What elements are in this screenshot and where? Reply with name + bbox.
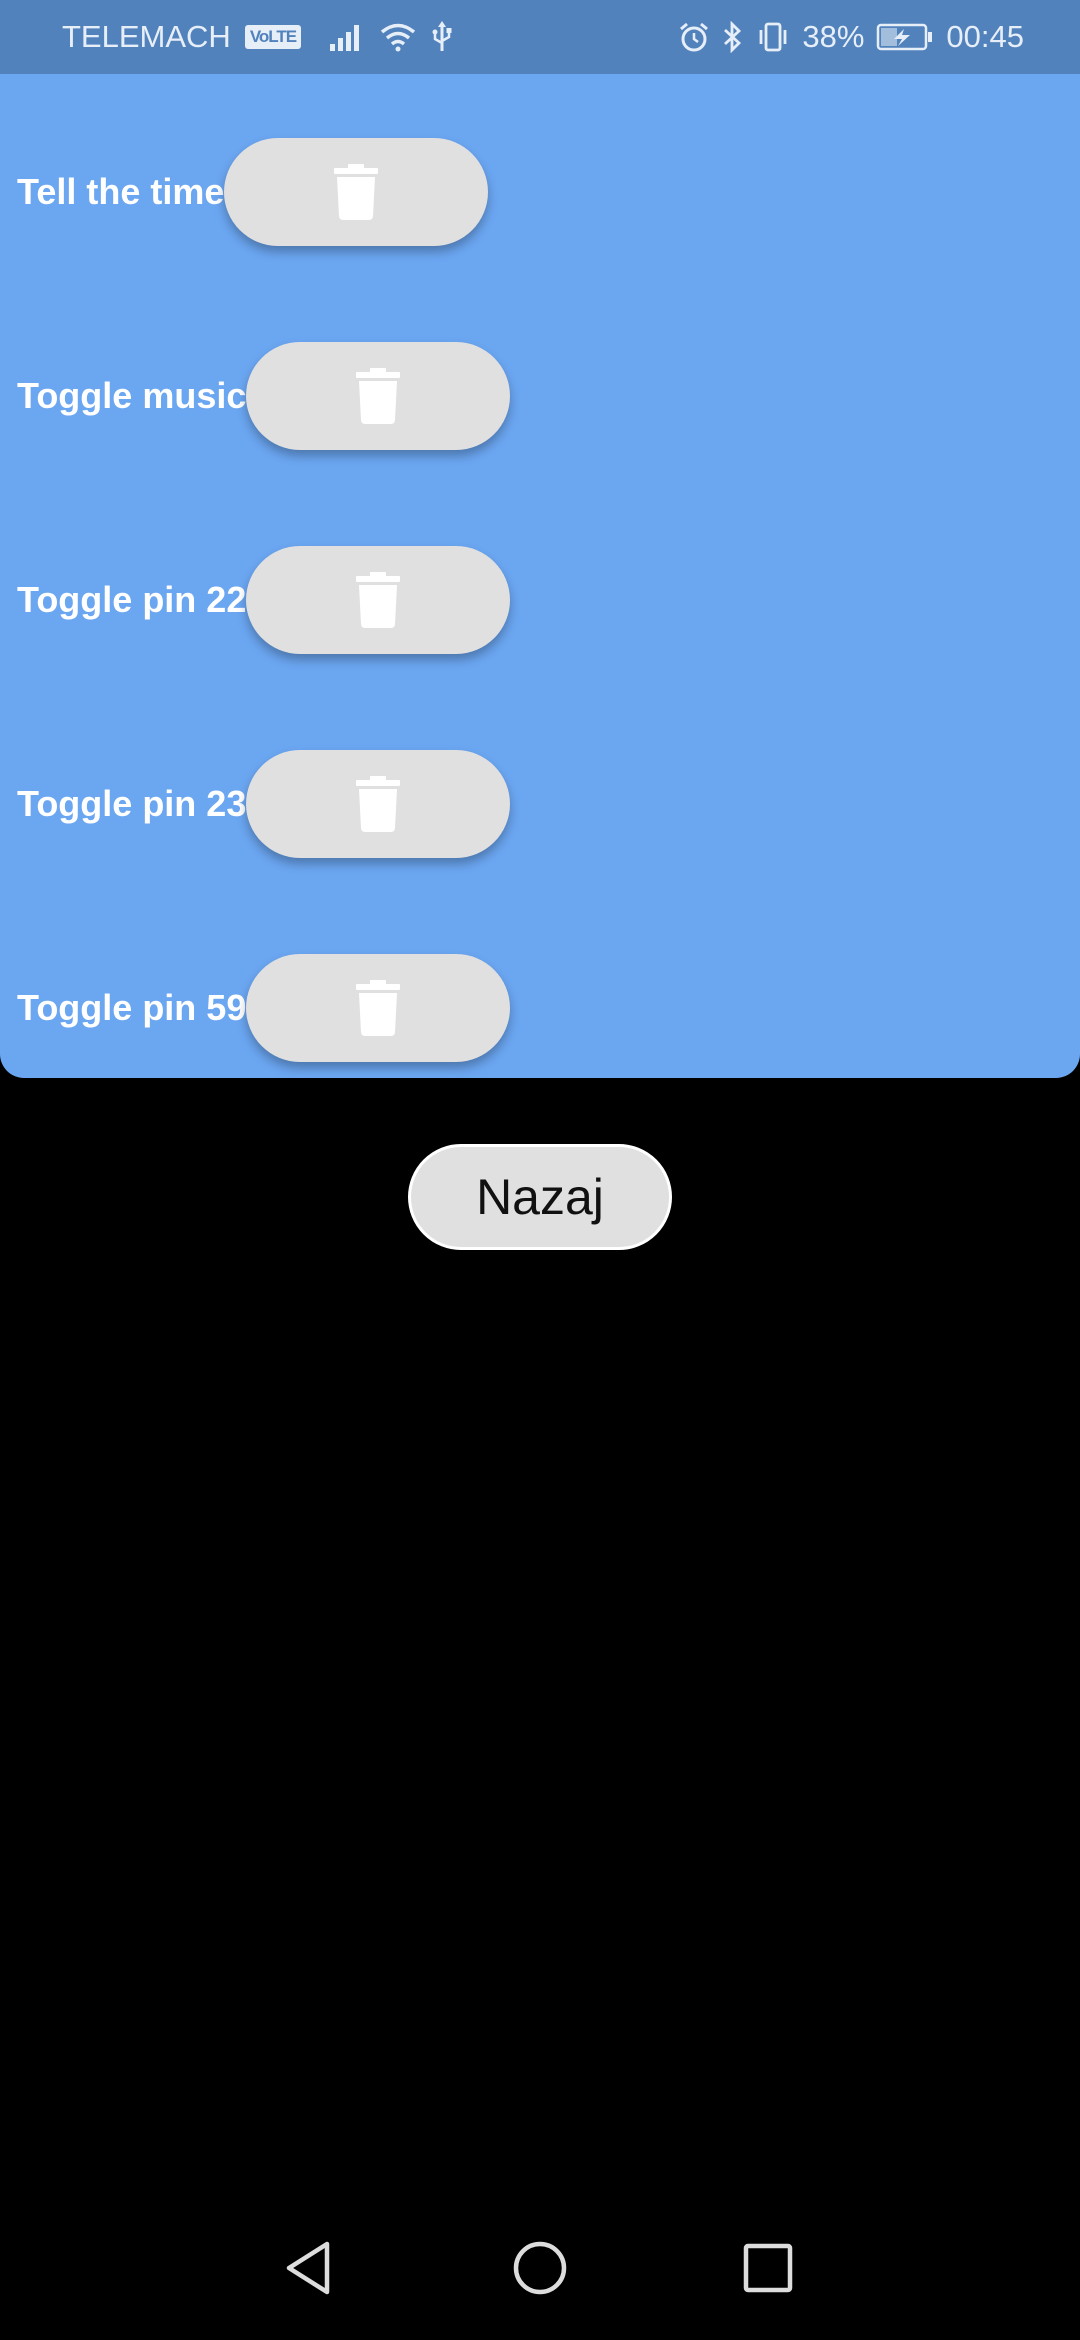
screen: TELEMACH VoLTE 38% 00:45 Tell the time T… xyxy=(0,0,1080,2340)
command-label: Tell the time xyxy=(17,171,225,212)
back-button[interactable]: Nazaj xyxy=(408,1144,672,1250)
trash-icon xyxy=(356,572,401,628)
trash-icon xyxy=(356,776,401,832)
trash-icon xyxy=(356,368,401,424)
signal-icon xyxy=(329,22,365,52)
list-item: Toggle pin 23 xyxy=(17,750,511,858)
navigation-bar xyxy=(0,2200,1080,2340)
delete-button[interactable] xyxy=(246,954,511,1062)
recents-square-icon xyxy=(743,2243,793,2298)
command-label: Toggle pin 23 xyxy=(17,783,247,824)
carrier-name: TELEMACH xyxy=(62,19,231,54)
nav-back-button[interactable] xyxy=(260,2222,356,2318)
nav-home-button[interactable] xyxy=(492,2222,588,2318)
alarm-icon xyxy=(678,21,710,53)
volte-badge: VoLTE xyxy=(244,25,302,49)
battery-percent: 38% xyxy=(802,19,865,54)
command-label: Toggle pin 22 xyxy=(17,579,247,620)
delete-button[interactable] xyxy=(246,546,511,654)
battery-charging-icon xyxy=(876,22,934,52)
wifi-icon xyxy=(379,22,417,52)
delete-button[interactable] xyxy=(246,750,511,858)
status-left: TELEMACH VoLTE xyxy=(62,0,453,74)
home-circle-icon xyxy=(512,2240,568,2301)
back-triangle-icon xyxy=(283,2240,333,2301)
delete-button[interactable] xyxy=(246,342,511,450)
usb-icon xyxy=(431,21,453,53)
trash-icon xyxy=(356,980,401,1036)
list-item: Toggle pin 59 xyxy=(17,954,511,1062)
list-item: Tell the time xyxy=(17,138,489,246)
command-label: Toggle pin 59 xyxy=(17,987,247,1028)
nav-recents-button[interactable] xyxy=(720,2222,816,2318)
list-item: Toggle pin 22 xyxy=(17,546,511,654)
clock-time: 00:45 xyxy=(946,19,1024,54)
status-right: 38% 00:45 xyxy=(678,0,1024,74)
trash-icon xyxy=(334,164,379,220)
vibrate-icon xyxy=(756,21,790,53)
bluetooth-icon xyxy=(722,21,744,53)
commands-panel: Tell the time Toggle music Toggle pin 22 xyxy=(0,74,1080,1078)
status-bar: TELEMACH VoLTE 38% 00:45 xyxy=(0,0,1080,74)
command-label: Toggle music xyxy=(17,375,247,416)
delete-button[interactable] xyxy=(224,138,489,246)
list-item: Toggle music xyxy=(17,342,511,450)
